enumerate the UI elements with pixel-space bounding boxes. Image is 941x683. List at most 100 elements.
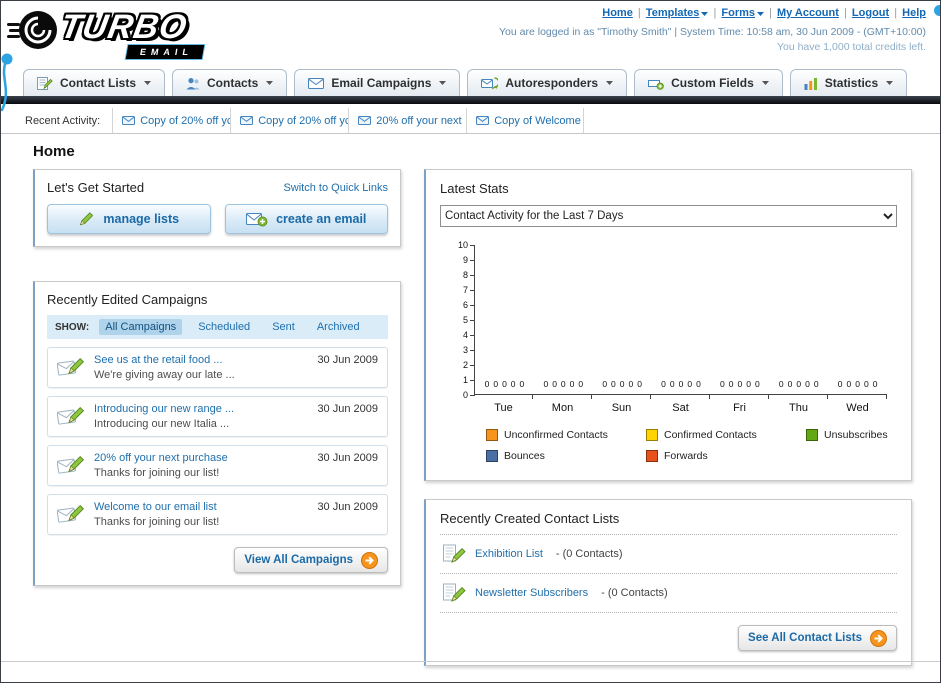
- contact-list-link[interactable]: Newsletter Subscribers: [475, 587, 588, 599]
- value-label: 0: [510, 379, 516, 389]
- contact-list-row[interactable]: Exhibition List - (0 Contacts): [440, 535, 897, 574]
- tab-label: Custom Fields: [671, 76, 754, 90]
- value-label: 0: [728, 379, 734, 389]
- recent-activity-bar: Recent Activity: Copy of 20% off yc Copy …: [1, 108, 940, 134]
- filter-scheduled[interactable]: Scheduled: [192, 319, 256, 335]
- get-started-buttons: manage lists create an email: [47, 204, 388, 234]
- value-label: 0: [637, 379, 642, 389]
- x-axis-label: Sat: [672, 402, 689, 414]
- legend-item-unsubscribes: Unsubscribes: [806, 429, 897, 441]
- tab-autoresponders[interactable]: Autoresponders: [467, 69, 628, 96]
- tab-statistics[interactable]: Statistics: [789, 69, 908, 96]
- recent-activity-item[interactable]: Copy of 20% off yc: [230, 108, 348, 133]
- tab-contact-lists[interactable]: Contact Lists: [23, 69, 166, 96]
- envelope-icon: [240, 116, 254, 125]
- top-nav-link-my-account[interactable]: My Account: [777, 7, 839, 19]
- top-nav-link-label: Home: [602, 7, 633, 19]
- top-nav-link-templates[interactable]: Templates: [646, 7, 709, 19]
- value-label: 0: [754, 379, 760, 389]
- campaign-edit-icon: [57, 404, 85, 428]
- tab-label: Email Campaigns: [331, 76, 432, 90]
- value-label: 0: [569, 379, 575, 389]
- legend-label: Unconfirmed Contacts: [504, 429, 608, 441]
- value-label: 0: [687, 379, 693, 389]
- login-info: You are logged in as "Timothy Smith" | S…: [499, 26, 926, 38]
- y-axis-tick-mark: [470, 305, 475, 306]
- switch-to-quick-links-link[interactable]: Switch to Quick Links: [283, 182, 388, 194]
- filter-sent[interactable]: Sent: [266, 319, 301, 335]
- campaign-row[interactable]: See us at the retail food ... We're givin…: [47, 347, 388, 388]
- recent-activity-item[interactable]: 20% off your next: [348, 108, 466, 133]
- campaign-row[interactable]: Welcome to our email list Thanks for join…: [47, 494, 388, 535]
- top-nav-link-label: Forms: [721, 7, 755, 19]
- caret-down: [144, 81, 152, 85]
- campaign-title-link[interactable]: Welcome to our email list: [94, 501, 308, 513]
- value-label: 0: [872, 379, 878, 389]
- create-an-email-button[interactable]: create an email: [224, 204, 388, 234]
- top-nav-link-logout[interactable]: Logout: [852, 7, 889, 19]
- x-axis-labels: Tue Mon Sun Sat Fri Thu Wed: [474, 402, 887, 414]
- caret-down: [757, 12, 764, 16]
- tab-contacts[interactable]: Contacts: [172, 69, 288, 96]
- x-axis-label: Sun: [611, 402, 632, 414]
- campaign-subtitle: Thanks for joining our list!: [94, 467, 220, 479]
- x-axis-tick: [710, 395, 769, 399]
- recent-activity-label: Recent Activity:: [25, 114, 101, 127]
- contact-list-link[interactable]: Exhibition List: [475, 548, 543, 560]
- autoresponders-icon: [481, 76, 499, 90]
- envelope-icon: [122, 116, 136, 125]
- campaign-row[interactable]: 20% off your next purchase Thanks for joi…: [47, 445, 388, 486]
- recent-activity-item[interactable]: Copy of Welcome tc: [466, 108, 585, 133]
- campaign-title-link[interactable]: 20% off your next purchase: [94, 452, 308, 464]
- campaign-title-link[interactable]: See us at the retail food ...: [94, 354, 308, 366]
- y-axis-tick-mark: [470, 260, 475, 261]
- x-axis-label: Mon: [551, 402, 574, 414]
- see-all-contact-lists-button[interactable]: See All Contact Lists: [738, 625, 897, 651]
- tab-email-campaigns[interactable]: Email Campaigns: [294, 69, 461, 96]
- recent-activity-item-label: Copy of 20% off yc: [258, 114, 349, 127]
- top-nav-link-help[interactable]: Help: [902, 7, 926, 19]
- value-label: 0: [543, 379, 549, 389]
- value-label: 0: [619, 379, 625, 389]
- top-nav-separator: |: [840, 7, 850, 19]
- x-axis-tick: [533, 395, 592, 399]
- recent-activity-item[interactable]: Copy of 20% off yc: [112, 108, 230, 133]
- legend-label: Forwards: [664, 450, 708, 462]
- y-axis-tick-label: 9: [462, 255, 468, 265]
- tab-label: Contact Lists: [60, 76, 137, 90]
- logo-brand-text: TURBO: [57, 8, 191, 46]
- legend-item-unconfirmed-contacts: Unconfirmed Contacts: [486, 429, 646, 441]
- value-label: 0: [837, 379, 843, 389]
- contact-list-count: - (0 Contacts): [555, 548, 623, 560]
- top-nav-link-label: Templates: [645, 7, 700, 19]
- turbo-email-logo[interactable]: TURBO EMAIL: [7, 5, 247, 61]
- view-all-campaigns-button[interactable]: View All Campaigns: [234, 547, 388, 573]
- caret-down: [886, 81, 894, 85]
- main-nav: Contact Lists Contacts Email Campaigns Auto…: [1, 61, 940, 96]
- recent-activity-item-label: Copy of 20% off yc: [140, 114, 231, 127]
- legend-swatch: [806, 429, 818, 441]
- filter-all-campaigns[interactable]: All Campaigns: [99, 319, 183, 335]
- latest-stats-title: Latest Stats: [440, 181, 509, 196]
- y-axis-tick-mark: [470, 335, 475, 336]
- get-started-header: Let's Get Started Switch to Quick Links: [47, 180, 388, 195]
- manage-lists-button[interactable]: manage lists: [47, 204, 211, 234]
- top-nav-link-label: Help: [902, 7, 926, 19]
- content-area: Let's Get Started Switch to Quick Links …: [1, 169, 940, 666]
- campaign-text: Introducing our new range ... Introducing…: [94, 403, 308, 430]
- stats-range-select[interactable]: Contact Activity for the Last 7 Days: [440, 205, 897, 227]
- credits-info: You have 1,000 total credits left.: [776, 41, 926, 53]
- y-axis-tick-mark: [470, 290, 475, 291]
- top-nav-link-label: Logout: [851, 7, 890, 19]
- campaign-title-link[interactable]: Introducing our new range ...: [94, 403, 308, 415]
- contact-list-row[interactable]: Newsletter Subscribers - (0 Contacts): [440, 574, 897, 613]
- x-axis-label: Tue: [494, 402, 513, 414]
- filter-archived[interactable]: Archived: [311, 319, 366, 335]
- tab-custom-fields[interactable]: Custom Fields: [634, 69, 783, 96]
- top-nav-link-forms[interactable]: Forms: [721, 7, 764, 19]
- campaigns-title: Recently Edited Campaigns: [47, 292, 208, 307]
- campaign-text: See us at the retail food ... We're givin…: [94, 354, 308, 381]
- y-axis-tick-label: 4: [462, 330, 468, 340]
- top-nav-link-home[interactable]: Home: [602, 7, 633, 19]
- campaign-row[interactable]: Introducing our new range ... Introducing…: [47, 396, 388, 437]
